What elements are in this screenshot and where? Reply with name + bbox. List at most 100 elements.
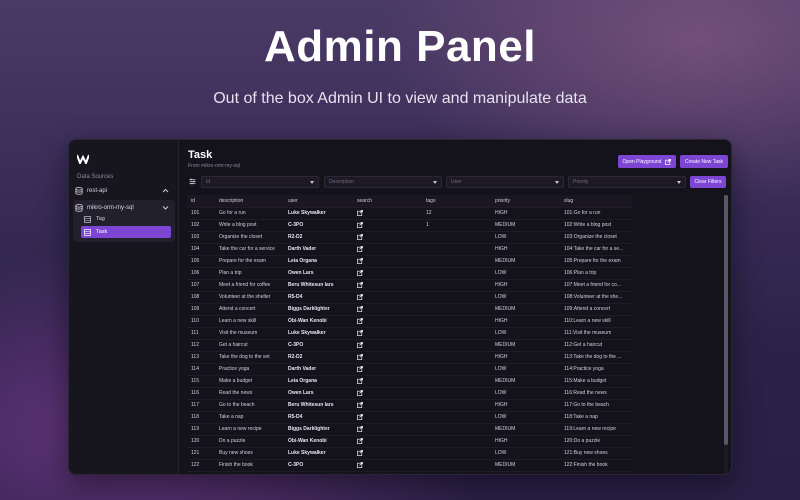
cell-search (353, 435, 422, 448)
column-header-description[interactable]: description (215, 195, 284, 208)
table-row[interactable]: 106 Plan a trip Owen Lars LOW 106:Plan a tri… (187, 267, 632, 280)
chevron-down-icon (310, 181, 314, 184)
cell-slug: 102:Write a blog post (560, 219, 632, 232)
cell-id: 118 (187, 411, 215, 424)
cell-search (353, 219, 422, 232)
table-row[interactable]: 113 Take the dog to the vet R2-D2 HIGH 113:T… (187, 351, 632, 364)
table-row[interactable]: 122 Finish the book C-3PO MEDIUM 122:Finish … (187, 459, 632, 472)
table-row[interactable]: 104 Take the car for a service Darth Vader… (187, 243, 632, 256)
sidebar-item-task[interactable]: Task (81, 226, 171, 238)
cell-slug: 122:Finish the book (560, 459, 632, 472)
column-header-search[interactable]: search (353, 195, 422, 208)
column-header-slug[interactable]: slug (560, 195, 632, 208)
table-row[interactable]: 120 Do a puzzle Obi-Wan Kenobi HIGH 120:Do a… (187, 435, 632, 448)
data-table-container: id description user search tags priority… (187, 195, 724, 474)
table-row[interactable]: 117 Go to the beach Beru Whitesun lars HIGH… (187, 399, 632, 412)
external-link-icon[interactable] (357, 234, 363, 240)
table-row[interactable]: 107 Meet a friend for coffee Beru Whitesun… (187, 279, 632, 292)
table-row[interactable]: 111 Visit the museum Luke Skywalker LOW 111:… (187, 327, 632, 340)
table-row[interactable]: 119 Learn a new recipe Biggs Darklighter ME… (187, 423, 632, 436)
external-link-icon[interactable] (357, 462, 363, 468)
id-filter-select[interactable]: Id (201, 176, 319, 188)
table-row[interactable]: 118 Take a nap R5-D4 LOW 118:Take a nap (187, 411, 632, 424)
external-link-icon[interactable] (357, 342, 363, 348)
external-link-icon[interactable] (357, 390, 363, 396)
cell-slug: 116:Read the news (560, 387, 632, 400)
external-link-icon[interactable] (357, 402, 363, 408)
external-link-icon[interactable] (357, 306, 363, 312)
open-playground-label: Open Playground (622, 158, 662, 165)
sidebar-item-tag[interactable]: Tag (81, 213, 171, 225)
hero-title: Admin Panel (264, 22, 536, 71)
cell-id: 117 (187, 399, 215, 412)
table-row[interactable]: 102 Write a blog post C-3PO 1 MEDIUM 102:Writ… (187, 219, 632, 232)
cell-search (353, 315, 422, 328)
table-row[interactable]: 101 Go for a run Luke Skywalker 12 HIGH 101:G… (187, 207, 632, 220)
cell-priority: MEDIUM (491, 219, 560, 232)
cell-user: Owen Lars (284, 387, 353, 400)
external-link-icon[interactable] (357, 318, 363, 324)
cell-slug: 112:Get a haircut (560, 339, 632, 352)
table-row[interactable]: 109 Attend a concert Biggs Darklighter MEDI… (187, 303, 632, 316)
clear-filters-button[interactable]: Clear Filters (690, 176, 726, 188)
open-playground-button[interactable]: Open Playground (618, 155, 676, 168)
external-link-icon[interactable] (357, 378, 363, 384)
table-row[interactable]: 116 Read the news Owen Lars LOW 116:Read the… (187, 387, 632, 400)
external-link-icon[interactable] (357, 270, 363, 276)
column-header-user[interactable]: user (284, 195, 353, 208)
cell-tags (422, 399, 491, 412)
cell-search (353, 207, 422, 220)
external-link-icon[interactable] (357, 450, 363, 456)
cell-description: Write a blog post (215, 219, 284, 232)
table-row[interactable]: 121 Buy new shoes Luke Skywalker LOW 121:Buy… (187, 447, 632, 460)
description-filter-select[interactable]: Description (324, 176, 442, 188)
column-header-tags[interactable]: tags (422, 195, 491, 208)
external-link-icon[interactable] (357, 366, 363, 372)
cell-slug: 117:Go to the beach (560, 399, 632, 412)
chevron-up-icon[interactable] (162, 187, 169, 194)
table-row[interactable]: 110 Learn a new skill Obi-Wan Kenobi HIGH 11… (187, 315, 632, 328)
external-link-icon[interactable] (357, 330, 363, 336)
id-filter-placeholder: Id (206, 179, 211, 185)
table-row[interactable]: 105 Prepare for the exam Leia Organa MEDIUM… (187, 255, 632, 268)
chevron-down-icon[interactable] (162, 204, 169, 211)
scrollbar-thumb[interactable] (724, 195, 728, 445)
table-scrollbar[interactable] (724, 195, 728, 474)
table-row[interactable]: 103 Organize the closet R2-D2 LOW 103:Organi… (187, 231, 632, 244)
sidebar: Data Sources rest-api mikro-orm-my-sql T… (69, 140, 179, 474)
column-header-priority[interactable]: priority (491, 195, 560, 208)
cell-priority: MEDIUM (491, 303, 560, 316)
column-header-id[interactable]: id (187, 195, 215, 208)
table-row[interactable]: 112 Get a haircut C-3PO MEDIUM 112:Get a hai… (187, 339, 632, 352)
table-row[interactable]: 114 Practice yoga Darth Vader LOW 114:Practi… (187, 363, 632, 376)
external-link-icon[interactable] (357, 210, 363, 216)
filter-icon[interactable] (189, 178, 196, 185)
cell-tags (422, 423, 491, 436)
cell-user: R5-D4 (284, 411, 353, 424)
external-link-icon[interactable] (357, 294, 363, 300)
external-link-icon[interactable] (357, 438, 363, 444)
table-row[interactable]: 108 Volunteer at the shelter R5-D4 LOW 108:V… (187, 291, 632, 304)
sidebar-source-rest-api[interactable]: rest-api (75, 184, 173, 198)
description-filter-placeholder: Description (329, 179, 355, 185)
user-filter-select[interactable]: User (446, 176, 564, 188)
external-link-icon[interactable] (357, 282, 363, 288)
cell-slug: 111:Visit the museum (560, 327, 632, 340)
cell-tags (422, 387, 491, 400)
cell-search (353, 339, 422, 352)
cell-user: Owen Lars (284, 267, 353, 280)
page-title: Task (188, 149, 213, 161)
external-link-icon[interactable] (357, 258, 363, 264)
external-link-icon[interactable] (357, 354, 363, 360)
external-link-icon[interactable] (357, 246, 363, 252)
create-new-task-button[interactable]: Create New Task (680, 155, 728, 168)
cell-tags (422, 279, 491, 292)
cell-id: 104 (187, 243, 215, 256)
priority-filter-select[interactable]: Priority (568, 176, 686, 188)
cell-description: Do a puzzle (215, 435, 284, 448)
cell-id: 119 (187, 423, 215, 436)
external-link-icon[interactable] (357, 414, 363, 420)
external-link-icon[interactable] (357, 426, 363, 432)
table-row[interactable]: 115 Make a budget Leia Organa MEDIUM 115:Mak… (187, 375, 632, 388)
external-link-icon[interactable] (357, 222, 363, 228)
